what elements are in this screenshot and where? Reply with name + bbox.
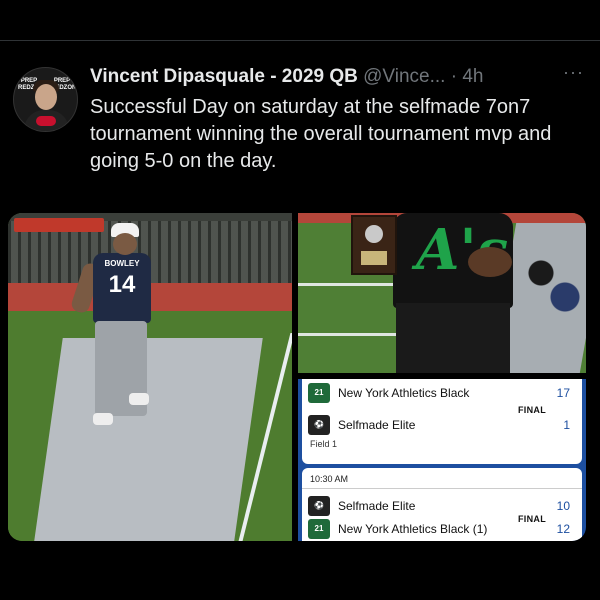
mvp-plaque <box>351 215 397 275</box>
player-figure: BOWLEY 14 <box>63 223 173 443</box>
author-name[interactable]: Vincent Dipasquale - 2029 QB <box>90 66 358 87</box>
more-horizontal-icon[interactable]: ··· <box>563 62 584 83</box>
media-grid[interactable]: BOWLEY 14 A's 21 New York Athletics Blac… <box>8 213 586 541</box>
avatar-face <box>35 84 57 110</box>
game-card-2: 10:30 AM ⚽ Selfmade Elite 10 FINAL 21 Ne… <box>302 468 582 541</box>
photo-player-running[interactable]: BOWLEY 14 <box>8 213 292 541</box>
game-card-1: 21 New York Athletics Black 17 FINAL ⚽ S… <box>302 379 582 464</box>
team-name: New York Athletics Black (1) <box>338 522 488 536</box>
team-score: 12 <box>556 522 570 536</box>
team-score: 10 <box>556 499 570 513</box>
scores-image[interactable]: 21 New York Athletics Black 17 FINAL ⚽ S… <box>298 379 586 541</box>
game-time: 10:30 AM <box>310 474 349 484</box>
jersey-name: BOWLEY <box>104 259 140 268</box>
photo-spectators <box>523 241 583 321</box>
game2-team1-row: ⚽ Selfmade Elite 10 <box>308 496 578 516</box>
tweet-text: Successful Day on saturday at the selfma… <box>90 96 552 172</box>
team-name: Selfmade Elite <box>338 418 416 432</box>
football-icon <box>468 247 512 277</box>
field-label: Field 1 <box>310 439 338 449</box>
photo-player-trophy[interactable]: A's <box>298 213 586 373</box>
player-shorts <box>396 303 510 373</box>
player-head <box>113 233 137 255</box>
tweet-header: Vincent Dipasquale - 2029 QB @Vince... ·… <box>90 66 590 90</box>
game-status: FINAL <box>518 405 546 415</box>
tweet-time[interactable]: 4h <box>462 66 483 87</box>
card-divider <box>302 488 582 489</box>
jersey-number: 14 <box>108 271 136 298</box>
top-divider <box>0 40 600 41</box>
game2-team2-row: 21 New York Athletics Black (1) 12 <box>308 519 578 539</box>
team-name: New York Athletics Black <box>338 386 470 400</box>
avatar-logo <box>36 116 56 126</box>
team-logo-icon: 21 <box>308 383 330 403</box>
game1-team2-row: ⚽ Selfmade Elite 1 <box>308 415 578 435</box>
team-logo-icon: 21 <box>308 519 330 539</box>
team-name: Selfmade Elite <box>338 499 416 513</box>
team-logo-icon: ⚽ <box>308 496 330 516</box>
avatar[interactable]: PREP REDZONE PREP REDZONE <box>13 67 78 132</box>
game1-team1-row: 21 New York Athletics Black 17 <box>308 383 578 403</box>
time-separator: · <box>450 66 458 87</box>
team-score: 17 <box>556 386 570 400</box>
author-handle[interactable]: @Vince... <box>363 66 445 87</box>
team-score: 1 <box>563 418 570 432</box>
player-jersey: BOWLEY 14 <box>93 253 151 323</box>
player-shoe <box>93 413 113 425</box>
team-logo-icon: ⚽ <box>308 415 330 435</box>
player-shoe <box>129 393 149 405</box>
